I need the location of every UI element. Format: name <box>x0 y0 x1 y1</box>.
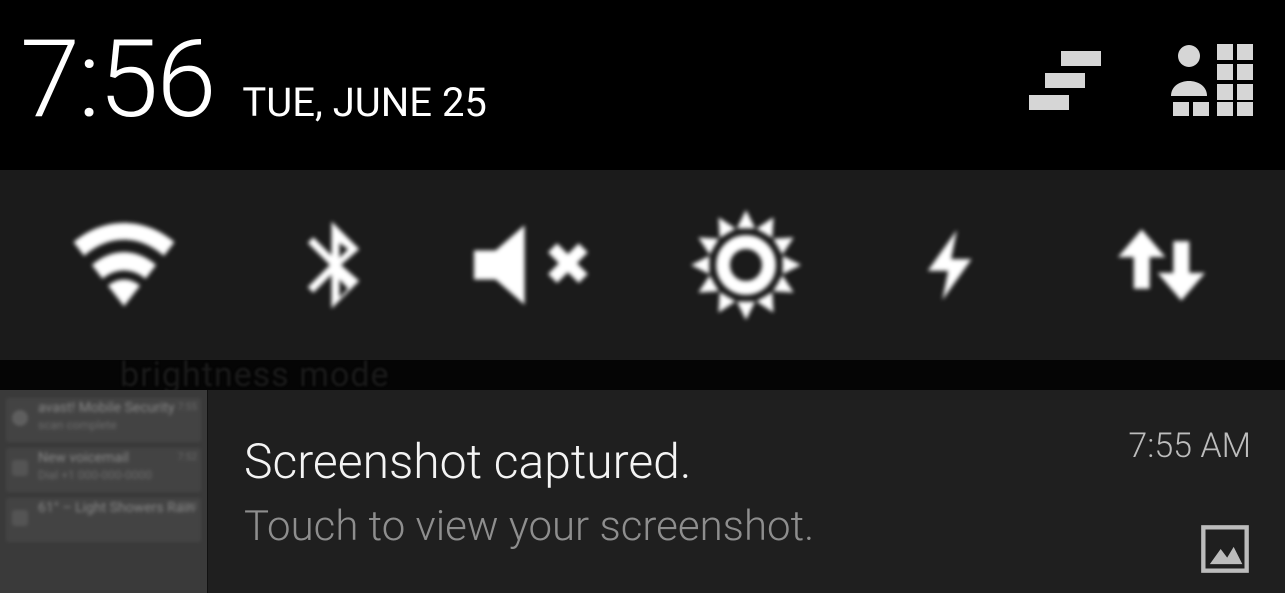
notification-meta: 7:55 AM <box>1105 390 1285 593</box>
notification-body: Screenshot captured. Touch to view your … <box>208 390 1105 593</box>
notification-time: 7:55 AM <box>1128 426 1251 466</box>
screenshot-thumbnail: avast! Mobile Securityscan complete7:55 … <box>0 390 208 593</box>
quick-toggle-row <box>0 170 1285 360</box>
screenshot-notification[interactable]: avast! Mobile Securityscan complete7:55 … <box>0 390 1285 593</box>
wifi-icon <box>54 210 194 320</box>
wifi-toggle[interactable] <box>20 210 228 320</box>
bluetooth-icon <box>284 205 379 325</box>
header-left: 7:56 TUE, JUNE 25 <box>20 17 487 143</box>
clock-time: 7:56 <box>20 17 214 143</box>
picture-icon <box>1199 523 1251 575</box>
power-saving-toggle[interactable] <box>850 205 1058 325</box>
shade-divider: brightness mode <box>0 360 1285 390</box>
brightness-icon <box>691 210 801 320</box>
sound-mute-toggle[interactable] <box>435 220 643 310</box>
quick-settings-grid-icon[interactable] <box>1169 40 1255 120</box>
data-arrows-icon <box>1114 205 1209 325</box>
header-right <box>1029 40 1255 120</box>
notification-subtitle: Touch to view your screenshot. <box>244 502 1105 551</box>
notification-shade-header: 7:56 TUE, JUNE 25 <box>0 0 1285 160</box>
header-date: TUE, JUNE 25 <box>242 79 487 126</box>
notification-title: Screenshot captured. <box>244 433 1105 490</box>
bluetooth-toggle[interactable] <box>228 205 436 325</box>
settings-bars-icon[interactable] <box>1029 45 1109 115</box>
mobile-data-toggle[interactable] <box>1058 205 1266 325</box>
brightness-toggle[interactable] <box>643 210 851 320</box>
volume-mute-icon <box>474 220 604 310</box>
lightning-icon <box>919 205 989 325</box>
background-hint-text: brightness mode <box>120 360 390 390</box>
